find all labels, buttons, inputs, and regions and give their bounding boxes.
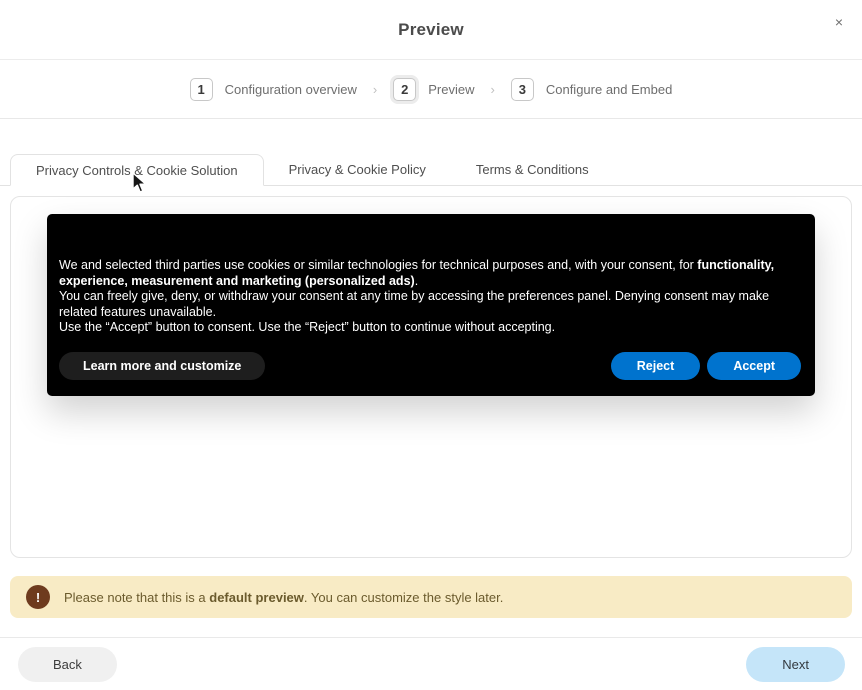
note-text-segment: Please note that this is a <box>64 590 209 605</box>
note-text-bold: default preview <box>209 590 304 605</box>
step-configure-and-embed[interactable]: 3 Configure and Embed <box>511 78 672 101</box>
cookie-banner-actions: Learn more and customize Reject Accept <box>59 352 803 380</box>
step-2-number: 2 <box>393 78 416 101</box>
banner-text-segment: You can freely give, deny, or withdraw y… <box>59 289 769 319</box>
preview-tabs: Privacy Controls & Cookie Solution Priva… <box>0 154 862 186</box>
exclamation-icon: ! <box>26 585 50 609</box>
wizard-stepper: 1 Configuration overview › 2 Preview › 3… <box>0 60 862 119</box>
cookie-consent-banner: We and selected third parties use cookie… <box>47 214 815 396</box>
step-1-number: 1 <box>190 78 213 101</box>
modal-footer: Back Next <box>0 637 862 690</box>
note-text: Please note that this is a default previ… <box>64 590 503 605</box>
accept-button[interactable]: Accept <box>707 352 801 380</box>
modal-header: Preview × <box>0 0 862 60</box>
chevron-right-icon: › <box>371 82 379 97</box>
tab-terms-conditions[interactable]: Terms & Conditions <box>451 154 614 185</box>
banner-text-segment: . <box>415 274 418 288</box>
banner-text-segment: Use the “Accept” button to consent. Use … <box>59 320 555 334</box>
consent-buttons-group: Reject Accept <box>611 352 801 380</box>
learn-more-and-customize-button[interactable]: Learn more and customize <box>59 352 265 380</box>
preview-panel: We and selected third parties use cookie… <box>10 196 852 558</box>
tab-privacy-controls-cookie-solution[interactable]: Privacy Controls & Cookie Solution <box>10 154 264 186</box>
banner-text-segment: We and selected third parties use cookie… <box>59 258 697 272</box>
note-text-segment: . You can customize the style later. <box>304 590 503 605</box>
step-3-label: Configure and Embed <box>546 82 672 97</box>
step-3-number: 3 <box>511 78 534 101</box>
step-configuration-overview[interactable]: 1 Configuration overview <box>190 78 357 101</box>
close-icon[interactable]: × <box>830 13 848 31</box>
next-button[interactable]: Next <box>746 647 845 682</box>
page-title: Preview <box>398 20 464 40</box>
step-1-label: Configuration overview <box>225 82 357 97</box>
tab-privacy-cookie-policy[interactable]: Privacy & Cookie Policy <box>264 154 451 185</box>
step-2-label: Preview <box>428 82 474 97</box>
cookie-banner-text: We and selected third parties use cookie… <box>59 258 803 336</box>
reject-button[interactable]: Reject <box>611 352 701 380</box>
back-button[interactable]: Back <box>18 647 117 682</box>
step-preview[interactable]: 2 Preview <box>393 78 474 101</box>
default-preview-note: ! Please note that this is a default pre… <box>10 576 852 618</box>
chevron-right-icon: › <box>489 82 497 97</box>
